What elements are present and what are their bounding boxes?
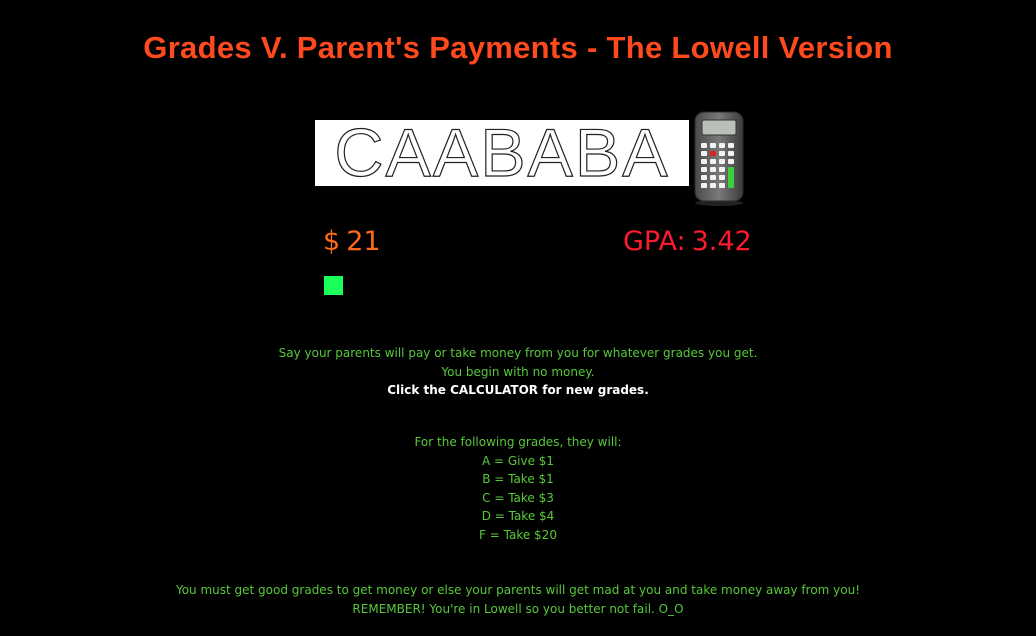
rule-item: A = Give $1 xyxy=(481,453,555,468)
gpa-value: 3.42 xyxy=(691,226,752,257)
rule-item: F = Take $20 xyxy=(479,527,557,542)
warning-line: REMEMBER! You're in Lowell so you better… xyxy=(352,601,684,616)
rule-item: B = Take $1 xyxy=(482,472,554,486)
calculator-icon xyxy=(694,111,744,206)
calculator-button[interactable] xyxy=(691,110,747,206)
grade-rules: For the following grades, they will: A =… xyxy=(0,433,1036,544)
money-display: $21 xyxy=(323,226,381,257)
gpa-label: GPA: xyxy=(623,226,686,257)
currency-symbol: $ xyxy=(323,226,341,257)
rules-heading: For the following grades, they will: xyxy=(414,435,622,449)
page: Grades V. Parent's Payments - The Lowell… xyxy=(0,0,1036,636)
warning-line: You must get good grades to get money or… xyxy=(175,583,861,597)
rule-item: D = Take $4 xyxy=(481,509,555,523)
grades-text: CAABABA xyxy=(334,120,670,186)
grades-display: CAABABA xyxy=(315,120,689,186)
calculator-instruction: Click the CALCULATOR for new grades. xyxy=(387,383,649,397)
status-indicator xyxy=(324,276,343,295)
warning-text: You must get good grades to get money or… xyxy=(0,581,1036,618)
page-title: Grades V. Parent's Payments - The Lowell… xyxy=(143,30,893,65)
intro-line: You begin with no money. xyxy=(441,364,595,379)
gpa-display: GPA: 3.42 xyxy=(623,226,752,257)
intro-text: Say your parents will pay or take money … xyxy=(0,344,1036,400)
intro-line: Say your parents will pay or take money … xyxy=(278,346,758,360)
rule-item: C = Take $3 xyxy=(482,490,554,505)
money-value: 21 xyxy=(346,226,381,257)
